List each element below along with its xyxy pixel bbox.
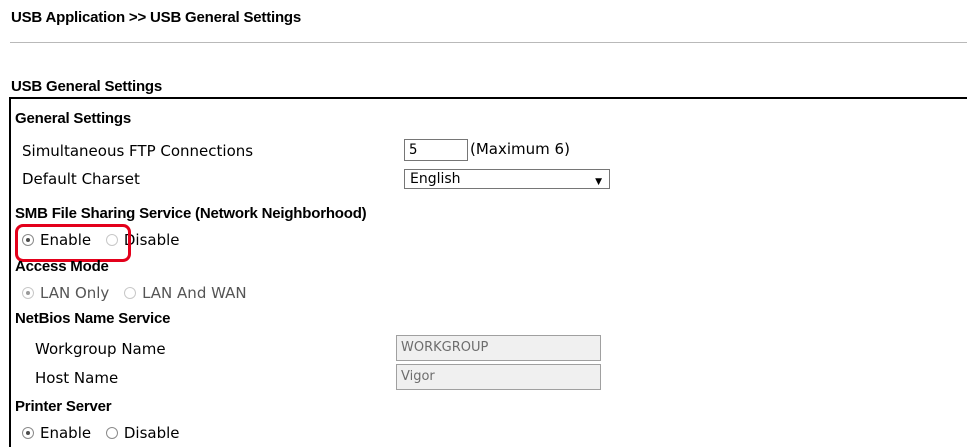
host-name-input[interactable]: Vigor: [396, 364, 601, 390]
enable-highlight-box: [15, 224, 131, 262]
access-mode-heading: Access Mode: [15, 258, 109, 275]
breadcrumb: USB Application >> USB General Settings: [11, 9, 302, 26]
lan-and-wan-label[interactable]: LAN And WAN: [142, 284, 247, 302]
lan-and-wan-radio[interactable]: [124, 287, 137, 299]
printer-disable-radio[interactable]: [105, 427, 118, 439]
host-name-label: Host Name: [35, 369, 119, 387]
netbios-heading: NetBios Name Service: [15, 310, 171, 327]
workgroup-name-input[interactable]: WORKGROUP: [396, 335, 601, 361]
section-title: USB General Settings: [11, 78, 163, 95]
general-settings-heading: General Settings: [15, 110, 132, 127]
default-charset-label: Default Charset: [22, 170, 140, 188]
header-divider: [10, 42, 967, 43]
printer-disable-label[interactable]: Disable: [124, 424, 180, 442]
smb-disable-label[interactable]: Disable: [124, 231, 180, 249]
lan-only-radio[interactable]: [22, 287, 34, 299]
ftp-connections-label: Simultaneous FTP Connections: [22, 142, 254, 160]
charset-selected-value: English: [410, 171, 461, 187]
access-mode-radio-group: LAN Only LAN And WAN: [22, 284, 257, 302]
workgroup-name-label: Workgroup Name: [35, 340, 166, 358]
smb-heading: SMB File Sharing Service (Network Neighb…: [15, 205, 367, 222]
ftp-connections-input[interactable]: 5: [404, 139, 468, 161]
printer-server-heading: Printer Server: [15, 398, 112, 415]
charset-select[interactable]: English ▼: [404, 169, 610, 189]
lan-only-label[interactable]: LAN Only: [40, 284, 109, 302]
printer-enable-label[interactable]: Enable: [40, 424, 91, 442]
ftp-maximum-hint: (Maximum 6): [470, 140, 570, 158]
chevron-down-icon: ▼: [595, 177, 602, 187]
printer-enable-radio[interactable]: [22, 427, 34, 439]
printer-radio-group: Enable Disable: [22, 424, 190, 442]
